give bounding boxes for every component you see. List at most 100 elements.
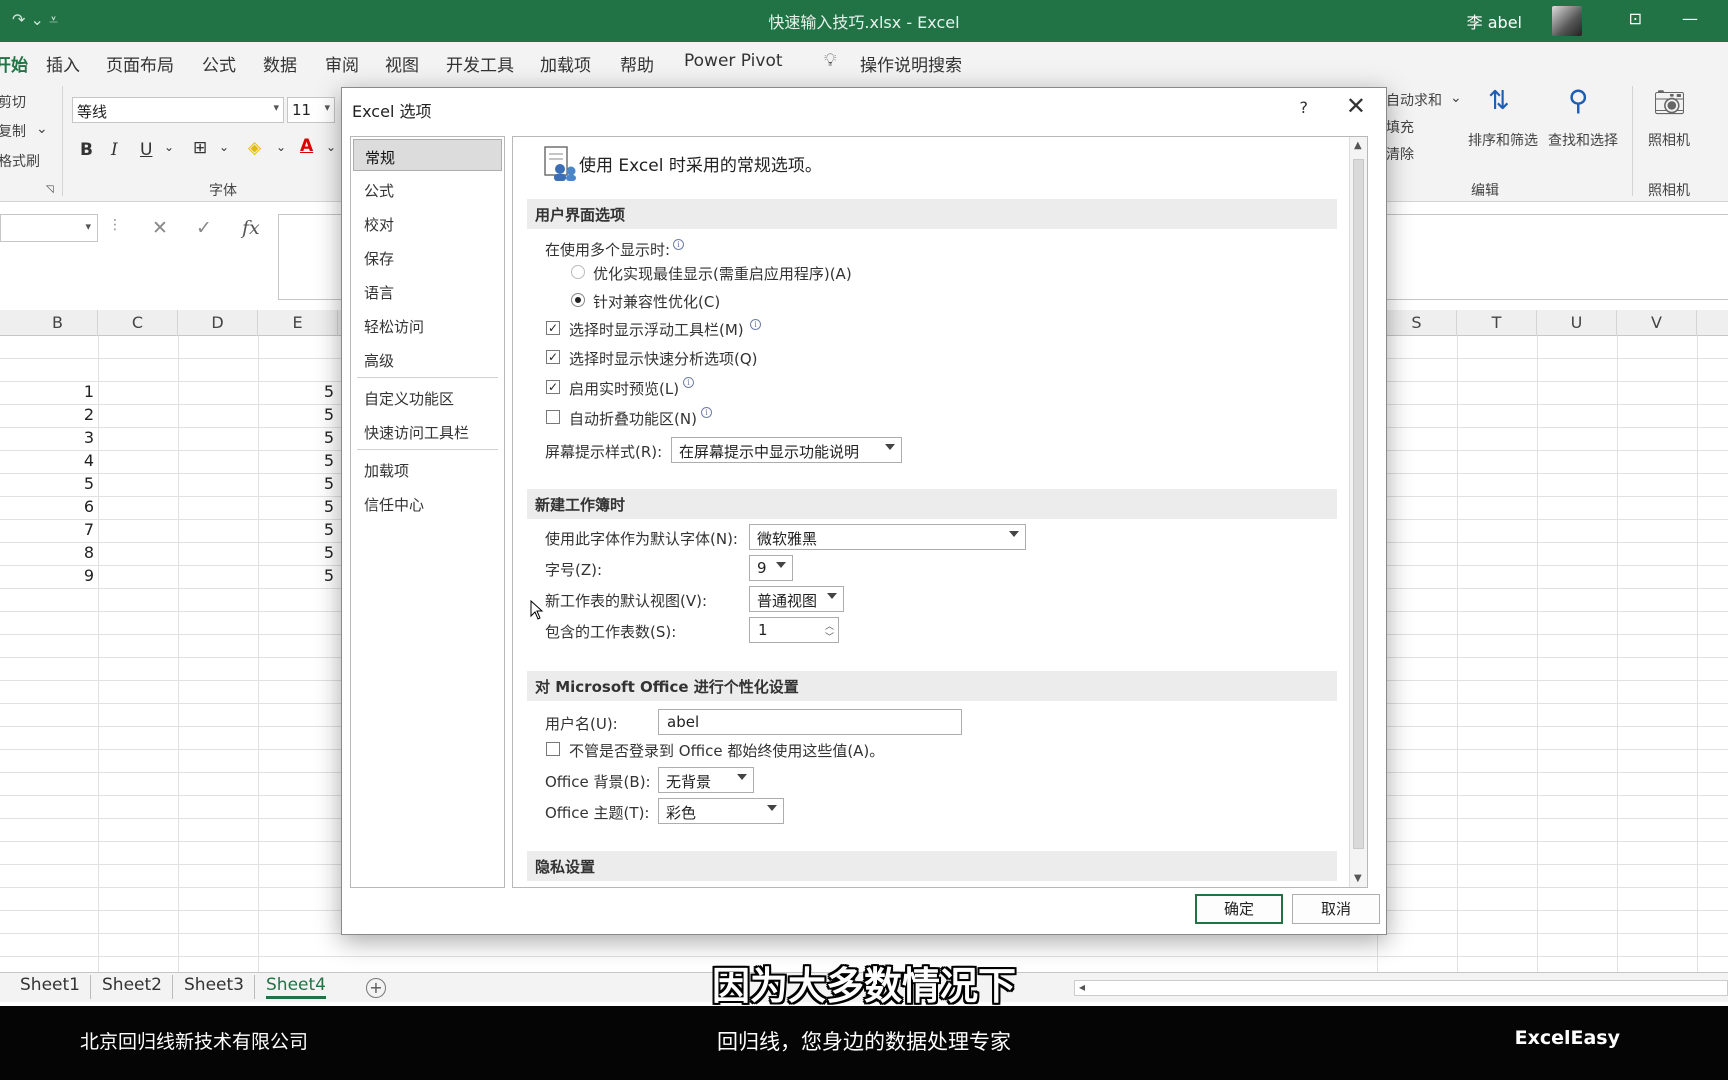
clear-button[interactable]: 清除 bbox=[1386, 144, 1414, 164]
tab-developer[interactable]: 开发工具 bbox=[446, 51, 514, 76]
cell-e[interactable]: 5 bbox=[262, 428, 334, 447]
close-icon[interactable]: ✕ bbox=[1346, 92, 1366, 120]
cell-e[interactable]: 5 bbox=[262, 497, 334, 516]
nav-item-language[interactable]: 语言 bbox=[353, 275, 502, 307]
column-header[interactable]: C bbox=[98, 310, 178, 336]
radio-compatibility-label[interactable]: 针对兼容性优化(C) bbox=[593, 291, 720, 312]
copy-button[interactable]: 复制 bbox=[0, 121, 26, 141]
user-name[interactable]: 李 abel bbox=[1467, 9, 1522, 33]
font-size-select[interactable]: 9 bbox=[749, 555, 793, 581]
chevron-down-icon[interactable]: ⌄ bbox=[276, 140, 286, 154]
tab-view[interactable]: 视图 bbox=[385, 51, 419, 76]
office-theme-select[interactable]: 彩色 bbox=[658, 798, 784, 824]
cell-e[interactable]: 5 bbox=[262, 451, 334, 470]
insert-function-icon[interactable]: fx bbox=[242, 217, 260, 239]
column-header[interactable]: B bbox=[18, 310, 98, 336]
default-font-select[interactable]: 微软雅黑 bbox=[749, 524, 1026, 550]
column-header[interactable]: U bbox=[1537, 310, 1617, 336]
checkbox-always-use[interactable] bbox=[546, 742, 560, 756]
cancel-icon[interactable]: ✕ bbox=[152, 217, 168, 239]
chevron-down-icon[interactable]: ⌄ bbox=[36, 121, 48, 137]
cell-b[interactable]: 4 bbox=[20, 451, 94, 470]
cell-b[interactable]: 6 bbox=[20, 497, 94, 516]
cell-b[interactable]: 9 bbox=[20, 566, 94, 585]
search-icon[interactable]: ⚲ bbox=[1568, 84, 1589, 117]
collapse-ribbon-label[interactable]: 自动折叠功能区(N) bbox=[569, 408, 697, 429]
tab-formulas[interactable]: 公式 bbox=[202, 51, 236, 76]
name-box[interactable]: ▾ bbox=[0, 214, 98, 242]
tab-review[interactable]: 审阅 bbox=[325, 51, 359, 76]
avatar[interactable] bbox=[1552, 6, 1582, 36]
nav-item-addins[interactable]: 加载项 bbox=[353, 453, 502, 485]
nav-item-quick-access-toolbar[interactable]: 快速访问工具栏 bbox=[353, 415, 502, 447]
scroll-up-icon[interactable]: ▲ bbox=[1354, 140, 1362, 151]
enter-icon[interactable]: ✓ bbox=[196, 217, 212, 239]
camera-icon[interactable]: 📷︎ bbox=[1653, 88, 1686, 118]
tab-insert[interactable]: 插入 bbox=[46, 51, 80, 76]
dialog-launcher-icon[interactable]: ◹ bbox=[46, 184, 54, 195]
office-background-select[interactable]: 无背景 bbox=[658, 767, 754, 793]
scroll-thumb[interactable] bbox=[1353, 159, 1364, 849]
underline-icon[interactable]: U bbox=[140, 140, 152, 160]
font-color-icon[interactable]: A bbox=[300, 136, 313, 156]
username-input[interactable]: abel bbox=[658, 709, 962, 735]
chevron-down-icon[interactable]: ⌄ bbox=[219, 140, 229, 154]
help-button[interactable]: ? bbox=[1300, 98, 1309, 117]
nav-item-trust-center[interactable]: 信任中心 bbox=[353, 487, 502, 519]
cell-b[interactable]: 2 bbox=[20, 405, 94, 424]
format-painter-button[interactable]: 格式刷 bbox=[0, 151, 40, 171]
live-preview-label[interactable]: 启用实时预览(L) bbox=[569, 378, 679, 399]
cell-e[interactable]: 5 bbox=[262, 520, 334, 539]
chevron-down-icon[interactable]: ⌄ bbox=[326, 140, 336, 154]
checkbox-live-preview[interactable]: ✓ bbox=[546, 380, 560, 394]
column-header[interactable]: S bbox=[1377, 310, 1457, 336]
sheet-count-spinner[interactable]: 1 ︿ ﹀ bbox=[749, 617, 839, 643]
sort-filter-icon[interactable]: ⇅ bbox=[1488, 86, 1510, 116]
always-use-label[interactable]: 不管是否登录到 Office 都始终使用这些值(A)。 bbox=[569, 740, 884, 761]
radio-compatibility[interactable] bbox=[571, 293, 585, 307]
radio-optimize-best-label[interactable]: 优化实现最佳显示(需重启应用程序)(A) bbox=[593, 263, 852, 284]
cell-e[interactable]: 5 bbox=[262, 405, 334, 424]
italic-icon[interactable]: I bbox=[111, 140, 118, 160]
fill-button[interactable]: 填充 bbox=[1386, 117, 1414, 137]
column-header[interactable]: D bbox=[178, 310, 258, 336]
ok-button[interactable]: 确定 bbox=[1195, 894, 1283, 924]
cell-e[interactable]: 5 bbox=[262, 474, 334, 493]
tab-help[interactable]: 帮助 bbox=[620, 51, 654, 76]
chevron-down-icon[interactable]: ⌄ bbox=[1450, 90, 1462, 106]
checkbox-mini-toolbar[interactable]: ✓ bbox=[546, 321, 560, 335]
tab-addins[interactable]: 加载项 bbox=[540, 51, 591, 76]
nav-item-save[interactable]: 保存 bbox=[353, 241, 502, 273]
minimize-icon[interactable]: — bbox=[1682, 9, 1698, 28]
nav-item-formulas[interactable]: 公式 bbox=[353, 173, 502, 205]
cell-b[interactable]: 7 bbox=[20, 520, 94, 539]
column-header[interactable]: E bbox=[258, 310, 338, 336]
nav-item-advanced[interactable]: 高级 bbox=[353, 343, 502, 375]
screentip-select[interactable]: 在屏幕提示中显示功能说明 bbox=[671, 437, 902, 463]
tab-home[interactable]: 开始 bbox=[0, 51, 28, 76]
camera-button[interactable]: 照相机 bbox=[1648, 130, 1690, 150]
tab-data[interactable]: 数据 bbox=[263, 51, 297, 76]
cell-e[interactable]: 5 bbox=[262, 382, 334, 401]
vertical-scrollbar[interactable]: ▲ ▼ bbox=[1349, 137, 1367, 887]
cancel-button[interactable]: 取消 bbox=[1292, 894, 1380, 924]
nav-item-general[interactable]: 常规 bbox=[353, 139, 502, 171]
tab-power-pivot[interactable]: Power Pivot bbox=[684, 51, 783, 71]
autosum-button[interactable]: 自动求和 bbox=[1386, 90, 1442, 110]
mini-toolbar-label[interactable]: 选择时显示浮动工具栏(M) bbox=[569, 319, 744, 340]
sort-filter-button[interactable]: 排序和筛选 bbox=[1468, 130, 1538, 150]
cell-b[interactable]: 8 bbox=[20, 543, 94, 562]
chevron-down-icon[interactable]: ⌄ bbox=[164, 140, 174, 154]
tab-page-layout[interactable]: 页面布局 bbox=[106, 51, 174, 76]
default-view-select[interactable]: 普通视图 bbox=[749, 586, 844, 612]
ribbon-display-icon[interactable]: ⊡ bbox=[1629, 9, 1642, 28]
radio-optimize-best[interactable] bbox=[571, 265, 585, 279]
nav-item-accessibility[interactable]: 轻松访问 bbox=[353, 309, 502, 341]
font-name-box[interactable]: 等线 ▾ bbox=[72, 97, 284, 123]
fill-color-icon[interactable]: ◈ bbox=[248, 138, 261, 158]
borders-icon[interactable]: ⊞ bbox=[193, 138, 207, 158]
cut-button[interactable]: 剪切 bbox=[0, 92, 26, 112]
checkbox-quick-analysis[interactable]: ✓ bbox=[546, 350, 560, 364]
cell-e[interactable]: 5 bbox=[262, 543, 334, 562]
font-size-box[interactable]: 11 ▾ bbox=[287, 97, 335, 123]
